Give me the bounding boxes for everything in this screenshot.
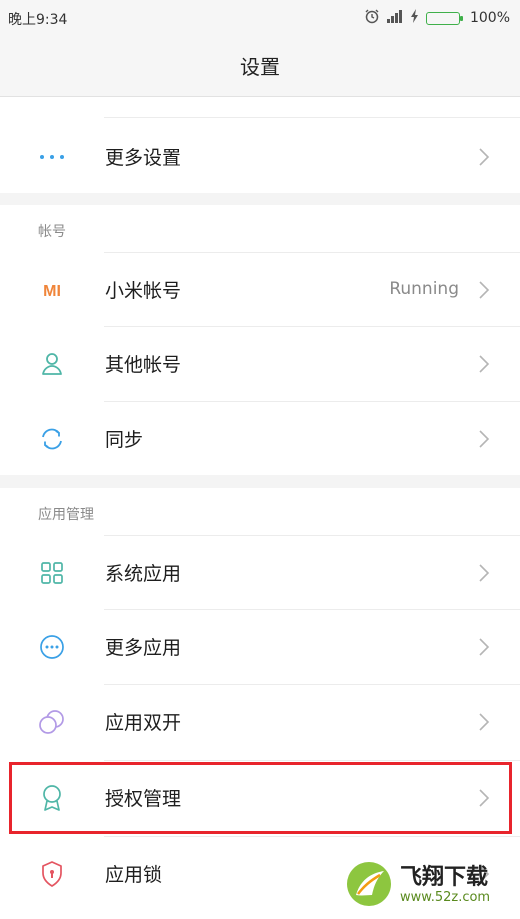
account-section: 帐号 MI 小米帐号 Running 其他帐号 同步 — [0, 205, 520, 475]
grid-icon — [38, 559, 66, 587]
sync-icon — [38, 425, 66, 453]
status-bar: 晚上9:34 100% — [0, 0, 520, 34]
list-item-label: 小米帐号 — [105, 280, 182, 302]
watermark-brand: 飞翔下载 — [400, 865, 489, 890]
apps-section: 应用管理 系统应用 更多应用 应用双开 授权管理 应用锁 — [0, 488, 520, 919]
list-item-mi-account[interactable]: MI 小米帐号 Running — [0, 252, 520, 326]
page-title: 设置 — [240, 54, 280, 79]
chevron-right-icon — [479, 430, 490, 448]
chevron-right-icon — [479, 713, 490, 731]
chevron-right-icon — [479, 638, 490, 656]
watermark-url: www.52z.com — [400, 890, 491, 905]
person-icon — [38, 350, 66, 378]
list-item-label: 应用锁 — [105, 864, 163, 886]
list-item-system-apps[interactable]: 系统应用 — [0, 535, 520, 609]
battery-icon — [425, 11, 463, 25]
svg-text:MI: MI — [43, 283, 61, 300]
signal-icon — [386, 9, 404, 27]
more-dots-icon — [38, 143, 66, 171]
title-bar: 设置 — [0, 34, 520, 97]
chevron-right-icon — [479, 355, 490, 373]
list-item-label: 应用双开 — [105, 712, 182, 734]
leaf-logo-icon — [344, 859, 394, 913]
list-item-label: 其他帐号 — [105, 354, 182, 376]
list-item-label: 更多应用 — [105, 637, 182, 659]
list-item-other-accounts[interactable]: 其他帐号 — [0, 326, 520, 400]
section-header-apps: 应用管理 — [38, 507, 94, 523]
highlight-box — [9, 762, 512, 834]
account-status-value: Running — [389, 279, 459, 299]
dual-apps-icon — [38, 708, 66, 736]
list-item-label: 系统应用 — [105, 563, 182, 585]
charging-icon — [410, 9, 420, 27]
list-item-sync[interactable]: 同步 — [0, 401, 520, 475]
mi-logo-icon: MI — [38, 276, 66, 304]
shield-lock-icon — [38, 860, 66, 888]
list-item-more-settings[interactable]: 更多设置 — [0, 119, 520, 193]
battery-level: 100% — [469, 10, 510, 26]
chevron-right-icon — [479, 564, 490, 582]
list-item-more-apps[interactable]: 更多应用 — [0, 609, 520, 683]
list-item-label: 更多设置 — [105, 147, 182, 169]
top-settings-card: 更多设置 — [0, 97, 520, 193]
chevron-right-icon — [479, 281, 490, 299]
list-item-label: 同步 — [105, 429, 144, 451]
watermark: 飞翔下载 www.52z.com — [344, 857, 514, 915]
alarm-icon — [364, 8, 380, 28]
status-time: 晚上9:34 — [8, 12, 68, 28]
list-item-dual-apps[interactable]: 应用双开 — [0, 684, 520, 758]
chevron-right-icon — [479, 148, 490, 166]
more-circle-icon — [38, 633, 66, 661]
section-header-account: 帐号 — [38, 224, 66, 240]
